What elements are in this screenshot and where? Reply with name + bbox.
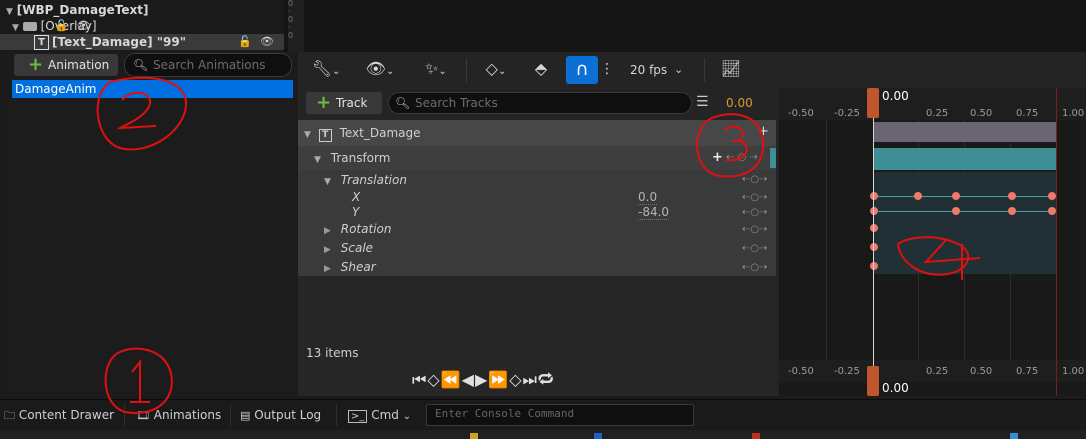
annotation-3 — [696, 113, 765, 178]
annotation-2 — [96, 76, 188, 151]
annotation-1 — [104, 347, 173, 414]
annotation-overlay — [96, 76, 981, 414]
annotation-4 — [896, 236, 981, 280]
